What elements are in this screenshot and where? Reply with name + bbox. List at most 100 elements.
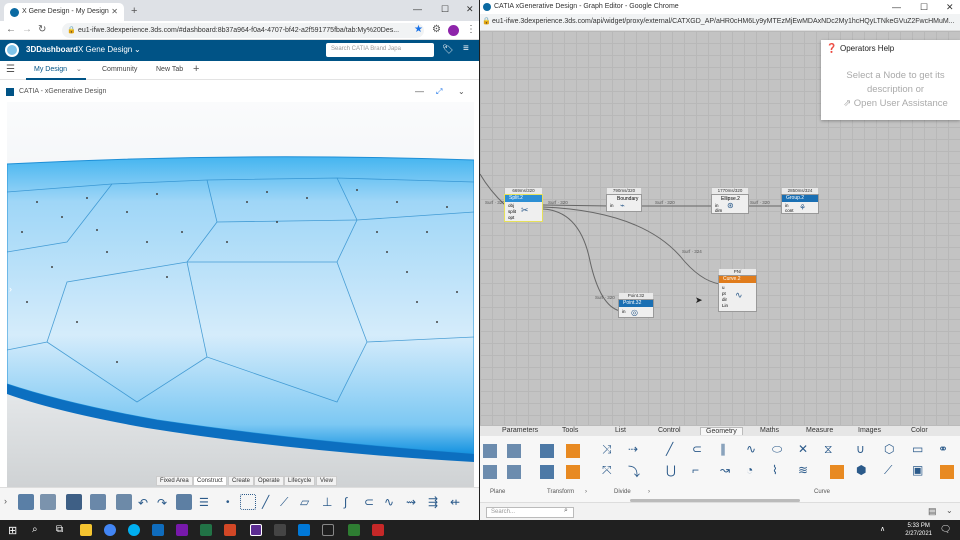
back-icon[interactable]: ←: [6, 24, 16, 35]
grid-icon[interactable]: [240, 494, 256, 510]
comment-icon[interactable]: ▤: [928, 506, 937, 517]
split-curve-op-icon[interactable]: ⇢: [628, 442, 638, 456]
browser-tab[interactable]: X Gene Design - My Design ✕: [4, 3, 124, 21]
tab-new-tab[interactable]: New Tab: [156, 66, 183, 73]
clock[interactable]: 5:33 PM 2/27/2021: [905, 522, 932, 538]
cat-parameters[interactable]: Parameters: [502, 427, 538, 434]
curve-beta-op-icon[interactable]: [830, 465, 844, 479]
compass-logo-icon[interactable]: [5, 43, 19, 57]
trim-op-icon[interactable]: ⤵: [628, 463, 640, 480]
polyline-icon[interactable]: ⟋: [280, 495, 288, 510]
close-window-icon[interactable]: ✕: [466, 4, 474, 15]
toolbar-expand-icon[interactable]: ›: [4, 496, 7, 506]
excel-icon[interactable]: [200, 524, 212, 536]
minimize-icon[interactable]: —: [413, 4, 422, 14]
dashboard-search-input[interactable]: Search CATIA Brand Japa: [326, 43, 434, 57]
circle-icon[interactable]: ⊂: [364, 495, 374, 509]
url-field[interactable]: 🔒 eu1-ifwe.3dexperience.3ds.com/#dashboa…: [62, 23, 424, 38]
node-point[interactable]: Point.32 Point.32 in ◎: [618, 293, 654, 318]
expand-icon[interactable]: ⤢: [436, 87, 442, 97]
task-view-icon[interactable]: ⧉: [56, 524, 63, 535]
extra-beta-op-icon[interactable]: [940, 465, 954, 479]
cat-control[interactable]: Control: [658, 427, 681, 434]
line-icon[interactable]: ╱: [262, 495, 269, 509]
app-s-icon[interactable]: [298, 524, 310, 536]
share-icon[interactable]: [116, 494, 132, 510]
parabola-op-icon[interactable]: ∪: [856, 442, 865, 456]
close-tab-icon[interactable]: ✕: [111, 7, 118, 16]
add-tab-icon[interactable]: +: [193, 63, 199, 75]
widget-menu-chevron-icon[interactable]: ⌄: [458, 87, 465, 96]
tag-icon[interactable]: 🏷: [442, 44, 453, 55]
dashboard-name[interactable]: X Gene Design: [78, 45, 132, 54]
bookmark-star-icon[interactable]: ★: [414, 24, 423, 35]
maximize-icon[interactable]: ☐: [920, 2, 928, 13]
rotate-op-icon[interactable]: [540, 465, 554, 479]
parallel-curve-op-icon[interactable]: ∥: [720, 442, 726, 456]
search-icon[interactable]: ⌕: [32, 524, 38, 535]
plane-angle-op-icon[interactable]: [507, 465, 521, 479]
arc-op-icon[interactable]: ◔: [746, 463, 753, 477]
plane-op-icon[interactable]: [483, 444, 497, 458]
project-op-icon[interactable]: ⤧: [602, 463, 612, 478]
sweep-icon[interactable]: ⇝: [406, 495, 416, 509]
chrome-icon[interactable]: [104, 524, 116, 536]
ptab-fixed-area[interactable]: Fixed Area: [156, 476, 193, 486]
external-link-icon[interactable]: ⇗: [843, 98, 854, 109]
helix-op-icon[interactable]: ⧖: [824, 442, 832, 457]
ptab-create[interactable]: Create: [228, 476, 255, 486]
windows-start-icon[interactable]: ⊞: [8, 524, 17, 537]
loft-icon[interactable]: ⇶: [428, 495, 438, 509]
node-group[interactable]: 2850ms/324 Group.2 in cont ⚘: [781, 188, 819, 214]
cat-measure[interactable]: Measure: [806, 427, 833, 434]
group-divide-chevron-icon[interactable]: ›: [648, 489, 650, 495]
powerpoint-icon[interactable]: [224, 524, 236, 536]
tab-my-design[interactable]: My Design: [34, 66, 67, 73]
close-window-icon[interactable]: ✕: [946, 2, 954, 13]
node-split[interactable]: 669ms/320 Split.2 obj split opt ✂: [504, 188, 543, 222]
curve-icon[interactable]: ∿: [384, 495, 394, 509]
cat-tools[interactable]: Tools: [562, 427, 578, 434]
maximize-icon[interactable]: ☐: [441, 4, 449, 15]
ptab-lifecycle[interactable]: Lifecycle: [284, 476, 316, 486]
cat-list[interactable]: List: [615, 427, 626, 434]
outlook-icon[interactable]: [152, 524, 164, 536]
cat-maths[interactable]: Maths: [760, 427, 779, 434]
collapse-chevron-icon[interactable]: ⌄: [946, 506, 953, 515]
plane-offset-op-icon[interactable]: [507, 444, 521, 458]
system-tray-chevron-icon[interactable]: ∧: [880, 525, 885, 533]
transform-beta-op-icon[interactable]: [566, 444, 580, 458]
node-ellipse[interactable]: 1770ms/320 Ellipse.2 in dim ⊛: [711, 188, 749, 214]
coil-op-icon[interactable]: ⌇: [772, 463, 778, 477]
operator-search-input[interactable]: Search...: [486, 507, 574, 518]
cat-geometry[interactable]: Geometry: [700, 427, 743, 435]
polygon-op-icon[interactable]: ⬡: [884, 442, 894, 456]
profile-avatar[interactable]: [448, 25, 459, 36]
plane-icon[interactable]: ⏥: [300, 495, 309, 509]
signal-icon[interactable]: ☰: [199, 496, 209, 509]
wave-op-icon[interactable]: ≋: [798, 463, 808, 477]
hamburger-menu-icon[interactable]: ≡: [463, 43, 469, 54]
snipping-tool-icon[interactable]: [274, 524, 286, 536]
blend-icon[interactable]: ⇷: [450, 495, 460, 509]
cat-images[interactable]: Images: [858, 427, 881, 434]
connect-icon[interactable]: [176, 494, 192, 510]
open-user-assistance-link[interactable]: Open User Assistance: [854, 98, 948, 109]
divide-op-icon[interactable]: ⤨: [602, 442, 612, 457]
corner-op-icon[interactable]: ⌐: [692, 463, 699, 477]
intersect-op-icon[interactable]: ✕: [798, 442, 808, 456]
diagonal-op-icon[interactable]: ⟋: [884, 463, 892, 478]
ptab-construct[interactable]: Construct: [193, 476, 227, 486]
tab-chevron-icon[interactable]: ⌄: [76, 65, 82, 73]
redo-icon[interactable]: ↷: [157, 496, 167, 510]
extension-puzzle-icon[interactable]: ⚙: [432, 24, 441, 35]
minimize-icon[interactable]: —: [892, 2, 901, 12]
skype-icon[interactable]: [128, 524, 140, 536]
visual-studio-icon[interactable]: [250, 524, 262, 536]
node-boundary[interactable]: 790ms/320 Boundary in ⌁: [606, 188, 642, 212]
undo-icon[interactable]: ↶: [138, 496, 148, 510]
reload-icon[interactable]: ↻: [38, 24, 46, 35]
notification-icon[interactable]: 🗨: [940, 524, 951, 535]
onenote-icon[interactable]: [176, 524, 188, 536]
new-tab-icon[interactable]: +: [131, 5, 137, 17]
